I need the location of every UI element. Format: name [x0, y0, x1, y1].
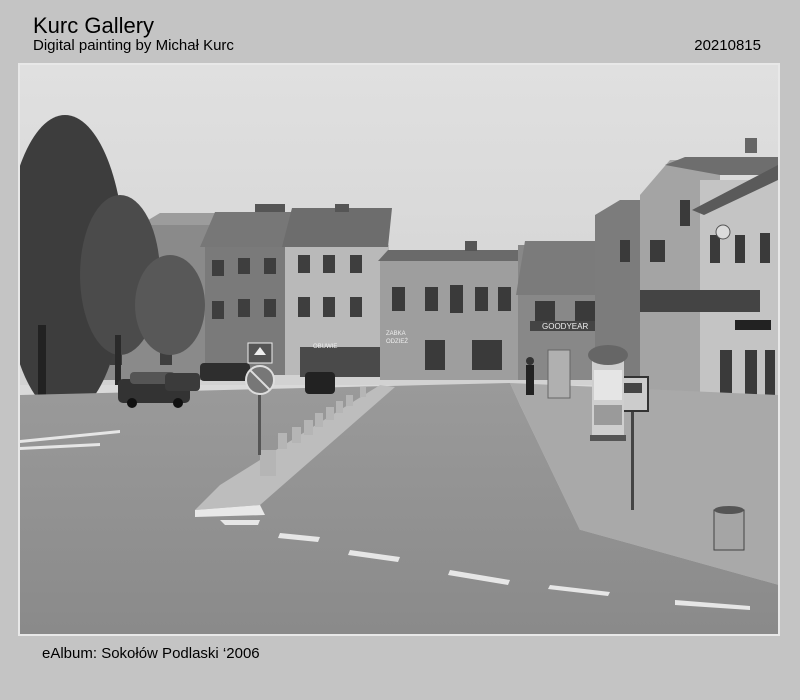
- shop-sign-2: ODZIEŻ: [386, 338, 408, 345]
- photo-date: 20210815: [694, 37, 761, 54]
- goodyear-sign: GOODYEAR: [542, 322, 588, 331]
- street-photo: GOODYEAR ZABKA ODZIEŻ OBUWIE: [20, 65, 778, 634]
- trash-bin: [713, 509, 745, 551]
- photo-frame: GOODYEAR ZABKA ODZIEŻ OBUWIE: [18, 63, 780, 636]
- album-caption: eAlbum: Sokołów Podlaski ‘2006: [42, 645, 260, 662]
- pedestrian: [526, 365, 534, 395]
- advertising-column: [588, 345, 628, 441]
- gallery-subtitle: Digital painting by Michał Kurc: [33, 37, 234, 54]
- center-buildings: GOODYEAR: [378, 241, 612, 380]
- gallery-title: Kurc Gallery: [33, 13, 155, 38]
- shop-sign-1: ZABKA: [386, 331, 406, 337]
- shop-sign-3: OBUWIE: [313, 344, 337, 350]
- phone-booth: [547, 349, 571, 399]
